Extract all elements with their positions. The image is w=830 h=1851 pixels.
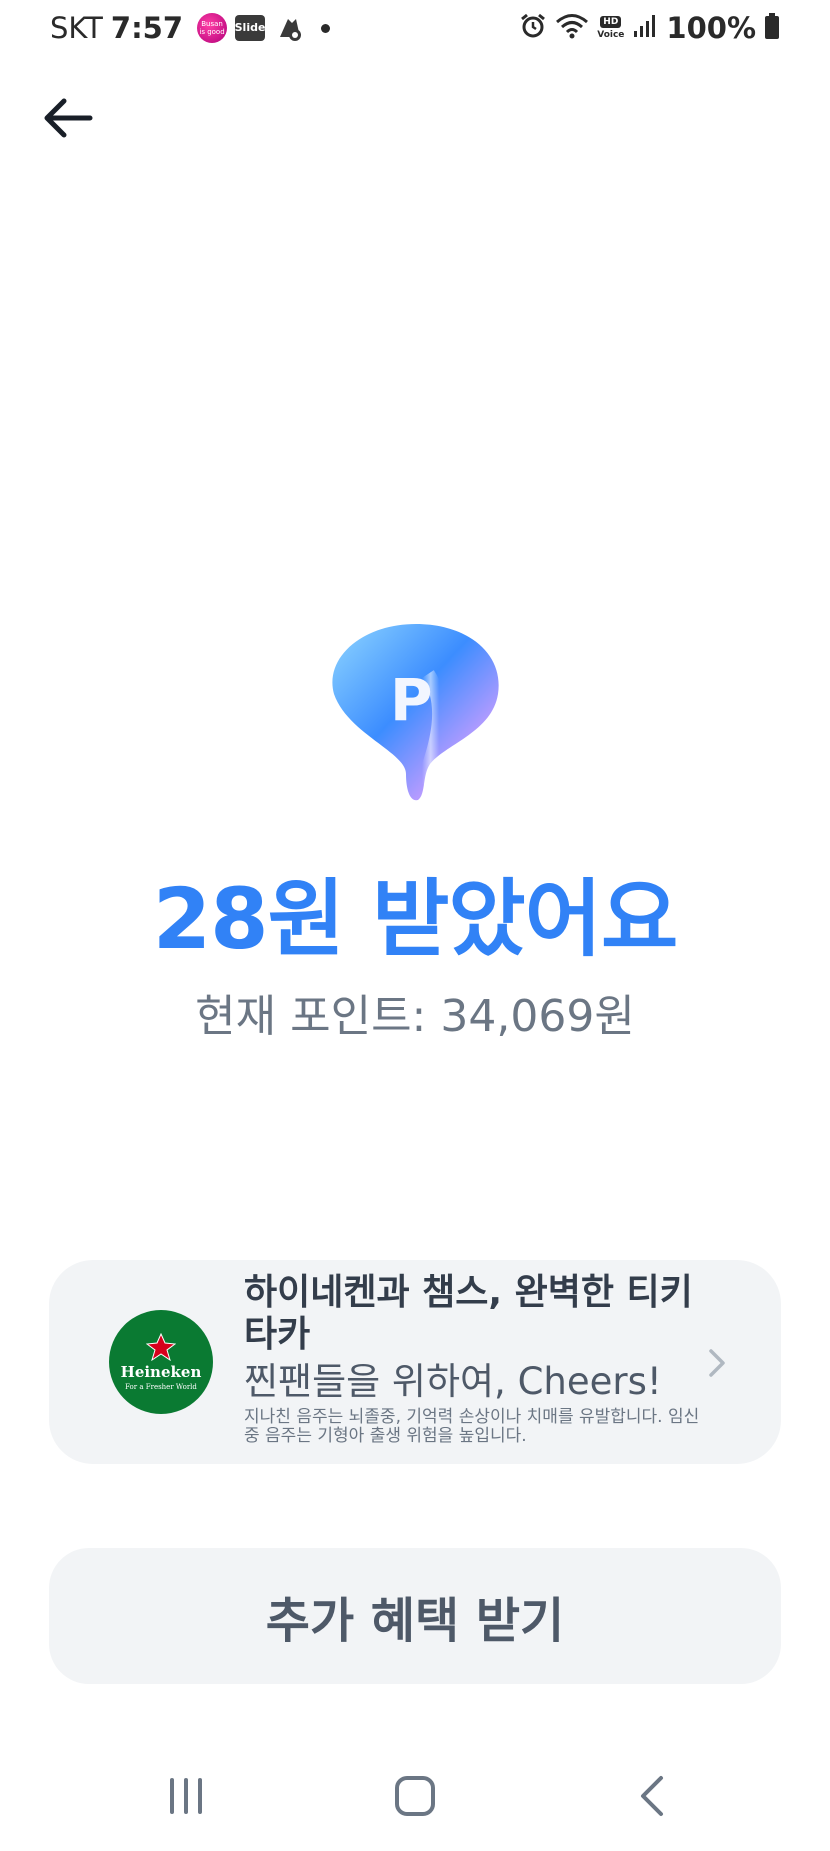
voice-label: Voice [597, 30, 625, 40]
wifi-icon [555, 12, 589, 44]
red-star-icon [146, 1333, 176, 1361]
hd-voice-icon: HD Voice [597, 16, 624, 40]
ad-text-block: 하이네켄과 챔스, 완벽한 티키타카 찐팬들을 위하여, Cheers! 지나친… [244, 1272, 714, 1446]
reward-title: 28원 받았어요 [152, 870, 679, 968]
status-bar: SKT 7:57 Busan is good Slide HD Voice 10… [0, 0, 830, 56]
notification-dot-icon [321, 23, 331, 33]
ad-warning-text: 지나친 음주는 뇌졸중, 기억력 손상이나 치매를 유발합니다. 임신 중 음주… [244, 1407, 700, 1446]
status-bar-left: SKT 7:57 Busan is good Slide [50, 8, 331, 48]
point-balloon-icon: P [318, 614, 514, 810]
battery-percent: 100% [666, 11, 756, 45]
ad-subtitle: 찐팬들을 위하여, Cheers! [244, 1360, 662, 1403]
ad-headline: 하이네켄과 챔스, 완벽한 티키타카 [244, 1272, 693, 1355]
recent-apps-icon [170, 1778, 202, 1814]
arrow-left-icon [44, 98, 93, 138]
home-icon [395, 1776, 435, 1816]
rider-app-icon [273, 13, 305, 43]
recent-apps-button[interactable] [146, 1766, 226, 1826]
back-icon [641, 1776, 663, 1816]
home-button[interactable] [375, 1766, 455, 1826]
battery-icon [764, 12, 780, 44]
system-back-button[interactable] [612, 1766, 692, 1826]
hd-label: HD [600, 16, 622, 28]
heineken-ad-card[interactable]: Heineken For a Fresher World 하이네켄과 챔스, 완… [49, 1260, 781, 1464]
signal-icon [632, 13, 658, 43]
current-points-label: 현재 포인트: 34,069원 [195, 991, 635, 1042]
screen: SKT 7:57 Busan is good Slide HD Voice 10… [0, 0, 830, 1851]
logo-brand-text: Heineken [120, 1363, 202, 1381]
slide-app-icon: Slide [235, 15, 265, 41]
get-extra-benefit-button[interactable]: 추가 혜택 받기 [49, 1548, 781, 1684]
balloon-letter: P [390, 666, 433, 734]
back-button[interactable] [36, 86, 100, 150]
carrier-label: SKT [50, 11, 103, 45]
clock: 7:57 [110, 11, 184, 45]
system-navigation-bar [0, 1740, 830, 1851]
logo-tagline-text: For a Fresher World [125, 1383, 197, 1391]
busan-app-icon: Busan is good [197, 13, 228, 43]
heineken-logo: Heineken For a Fresher World [109, 1310, 213, 1414]
status-bar-right: HD Voice 100% [519, 8, 780, 48]
chevron-right-icon [709, 1349, 725, 1377]
alarm-icon [519, 12, 547, 44]
